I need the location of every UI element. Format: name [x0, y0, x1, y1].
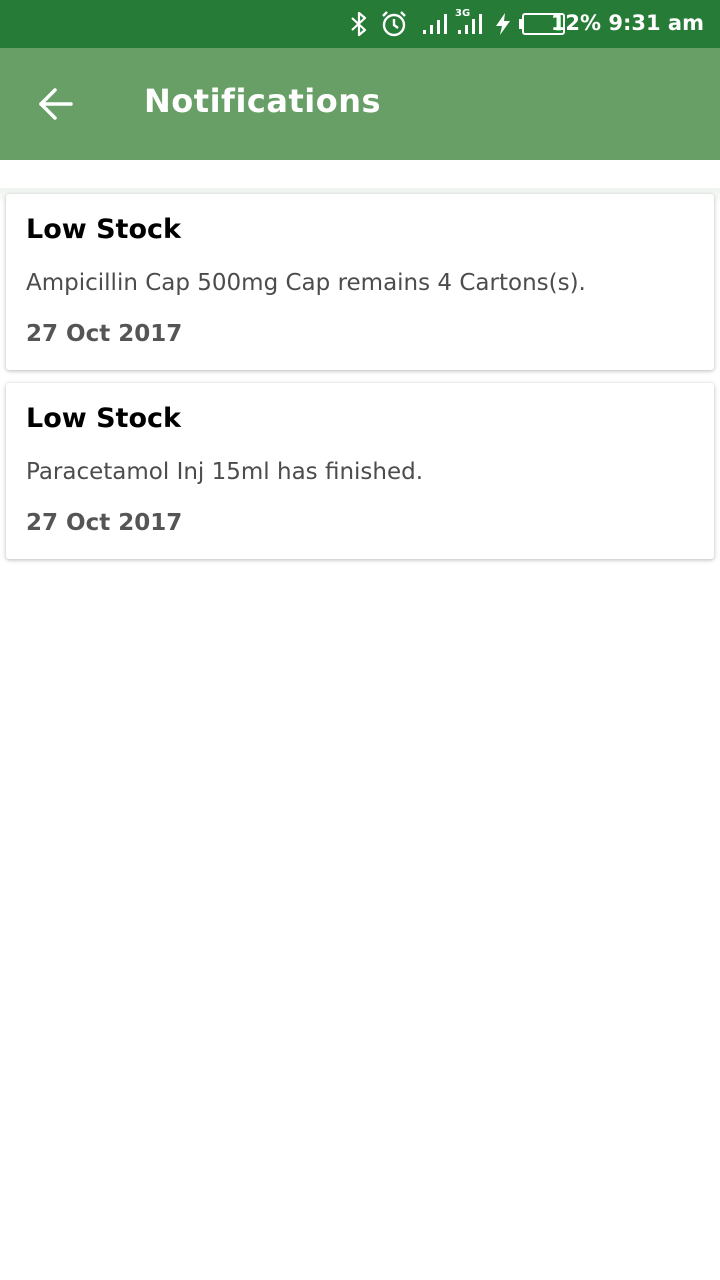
app-bar: Notifications: [0, 48, 720, 160]
notification-title: Low Stock: [26, 214, 181, 245]
charging-icon: [494, 12, 512, 40]
notification-date: 27 Oct 2017: [26, 510, 183, 536]
status-bar: 3G 12% 9:31 am: [0, 0, 720, 48]
notification-card[interactable]: Low Stock Paracetamol Inj 15ml has finis…: [6, 383, 714, 559]
status-text: 12% 9:31 am: [551, 11, 704, 35]
battery-percent: 12%: [550, 11, 602, 35]
back-button[interactable]: [28, 76, 84, 132]
page-title: Notifications: [144, 82, 382, 120]
bluetooth-icon: [348, 11, 370, 41]
clock-time: 9:31 am: [608, 11, 704, 35]
signal-3g-icon: 3G: [455, 6, 487, 40]
notification-date: 27 Oct 2017: [26, 321, 183, 347]
notification-title: Low Stock: [26, 403, 181, 434]
arrow-back-icon[interactable]: [28, 76, 84, 132]
notification-message: Paracetamol Inj 15ml has finished.: [26, 459, 424, 485]
network-3g-label: 3G: [455, 8, 470, 19]
signal-icon: [422, 12, 448, 40]
alarm-icon: [380, 10, 408, 42]
notification-card[interactable]: Low Stock Ampicillin Cap 500mg Cap remai…: [6, 194, 714, 370]
notification-message: Ampicillin Cap 500mg Cap remains 4 Carto…: [26, 270, 586, 296]
